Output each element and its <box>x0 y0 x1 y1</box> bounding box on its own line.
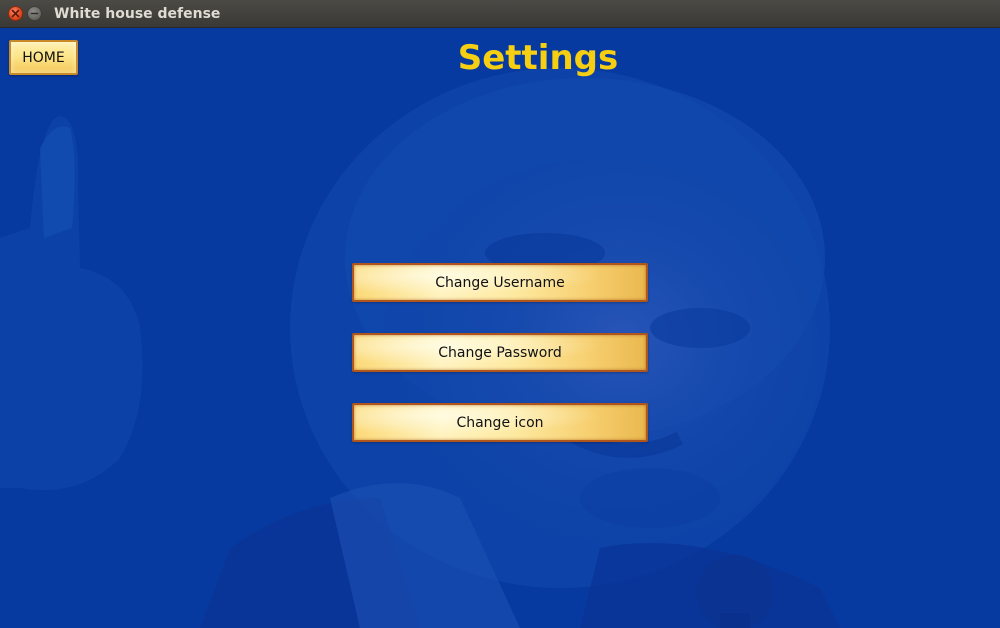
title-bar[interactable]: White house defense <box>0 0 1000 28</box>
window-title: White house defense <box>54 6 221 22</box>
background-portrait-image <box>0 28 1000 628</box>
app-window: White house defense HOME Settings Change… <box>0 0 1000 628</box>
close-icon <box>11 9 20 18</box>
minimize-icon <box>30 12 39 15</box>
change-username-button[interactable]: Change Username <box>352 263 648 302</box>
settings-screen: HOME Settings Change Username Change Pas… <box>0 28 1000 628</box>
page-title: Settings <box>457 38 619 78</box>
minimize-window-button[interactable] <box>27 6 42 21</box>
close-window-button[interactable] <box>8 6 23 21</box>
change-icon-button[interactable]: Change icon <box>352 403 648 442</box>
change-password-button[interactable]: Change Password <box>352 333 648 372</box>
